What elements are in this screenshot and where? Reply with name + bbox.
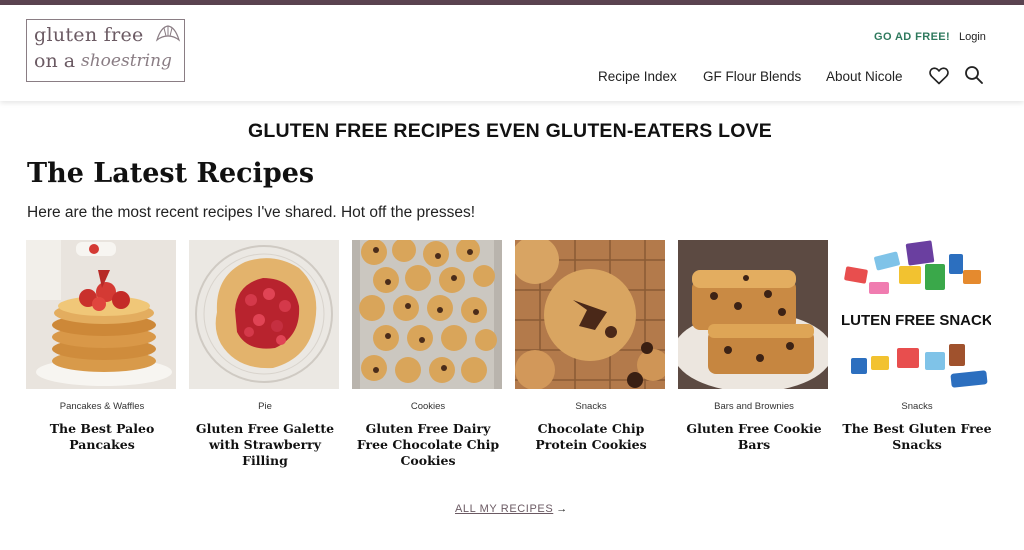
recipe-category[interactable]: Cookies [352,401,504,412]
recipe-card[interactable]: Bars and Brownies Gluten Free Cookie Bar… [678,240,830,452]
recipe-category[interactable]: Pancakes & Waffles [26,401,178,412]
recipe-image-snacks[interactable]: GLUTEN FREE SNACKS [841,240,991,389]
recipe-card[interactable]: Pancakes & Waffles The Best Paleo Pancak… [26,240,178,452]
go-ad-free-link[interactable]: GO AD FREE! [874,31,950,43]
arrow-right-icon: → [556,503,568,515]
heart-icon[interactable] [929,67,949,85]
latest-recipes-title: The Latest Recipes [27,158,315,189]
nav-about-nicole[interactable]: About Nicole [826,69,903,84]
recipe-card[interactable]: Cookies Gluten Free Dairy Free Chocolate… [352,240,504,468]
nav-recipe-index[interactable]: Recipe Index [598,69,677,84]
recipe-title[interactable]: Gluten Free Galette with Strawberry Fill… [189,421,341,469]
logo-text-line1: gluten free [34,24,144,46]
logo-script-text: shoestring [81,51,172,71]
search-icon[interactable] [964,65,984,85]
croissant-icon [155,25,181,42]
recipe-card[interactable]: GLUTEN FREE SNACKS Snacks The Best Glute… [841,240,993,452]
recipe-title[interactable]: Chocolate Chip Protein Cookies [515,421,667,453]
recipe-image-cookie-bars[interactable] [678,240,828,389]
site-header: gluten free on a shoestring GO AD FREE! … [0,5,1024,101]
recipe-card[interactable]: Snacks Chocolate Chip Protein Cookies [515,240,667,452]
recipe-title[interactable]: Gluten Free Cookie Bars [678,421,830,453]
login-link[interactable]: Login [959,31,986,43]
recipe-category[interactable]: Pie [189,401,341,412]
recipe-title[interactable]: The Best Gluten Free Snacks [841,421,993,453]
recipe-card[interactable]: Pie Gluten Free Galette with Strawberry … [189,240,341,468]
site-tagline: GLUTEN FREE RECIPES EVEN GLUTEN-EATERS L… [248,120,772,142]
recipe-title[interactable]: Gluten Free Dairy Free Chocolate Chip Co… [352,421,504,469]
recipe-image-pancakes[interactable] [26,240,176,389]
recipe-category[interactable]: Bars and Brownies [678,401,830,412]
site-logo[interactable]: gluten free on a shoestring [26,19,185,82]
recipe-image-galette[interactable] [189,240,339,389]
all-recipes-link-row[interactable]: ALL MY RECIPES → [455,503,568,515]
nav-gf-flour-blends[interactable]: GF Flour Blends [703,69,801,84]
snacks-image-text: GLUTEN FREE SNACKS [841,312,991,329]
all-my-recipes-link[interactable]: ALL MY RECIPES [455,503,553,515]
recipe-title[interactable]: The Best Paleo Pancakes [26,421,178,453]
logo-text-line2: on a [34,50,76,72]
latest-recipes-intro: Here are the most recent recipes I've sh… [27,204,476,221]
recipe-category[interactable]: Snacks [515,401,667,412]
recipe-image-protein-cookies[interactable] [515,240,665,389]
recipe-image-cookies[interactable] [352,240,502,389]
recipe-category[interactable]: Snacks [841,401,993,412]
